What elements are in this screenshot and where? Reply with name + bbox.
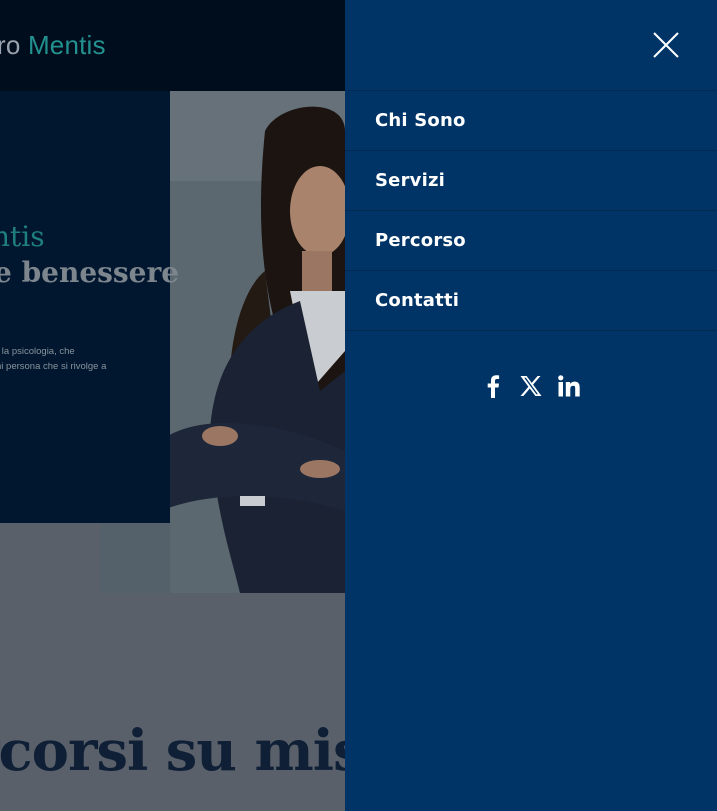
page: ro Mentis ntis e benessere r la psicolog…	[0, 0, 717, 811]
social-links	[345, 372, 717, 400]
close-button[interactable]	[651, 30, 681, 60]
x-link[interactable]	[519, 372, 544, 400]
hero-text-panel	[0, 91, 170, 523]
hero-description-line: ni persona che si rivolge a	[0, 361, 107, 372]
brand-logo[interactable]: ro Mentis	[0, 30, 106, 61]
site-header: ro Mentis	[0, 0, 345, 91]
brand-prefix: ro	[0, 30, 28, 60]
x-twitter-icon	[520, 376, 542, 396]
menu-item-percorso[interactable]: Percorso	[345, 211, 717, 271]
hero-description: r la psicologia, che ni persona che si r…	[0, 344, 146, 374]
menu-item-label: Contatti	[375, 290, 460, 311]
menu-item-contatti[interactable]: Contatti	[345, 271, 717, 331]
offcanvas-menu: Chi Sono Servizi Percorso Contatti	[345, 0, 717, 811]
menu-item-label: Percorso	[375, 230, 466, 251]
menu-item-label: Servizi	[375, 170, 445, 191]
linkedin-link[interactable]	[557, 372, 582, 400]
close-icon	[653, 32, 679, 58]
facebook-link[interactable]	[481, 372, 506, 400]
hero-portrait	[170, 91, 345, 593]
hero-description-line: r la psicologia, che	[0, 346, 75, 357]
menu-item-label: Chi Sono	[375, 110, 466, 131]
hero-title-accent: ntis	[0, 220, 45, 253]
brand-accent: Mentis	[27, 30, 106, 60]
section-heading: rcorsi su misu	[0, 718, 404, 784]
menu-item-servizi[interactable]: Servizi	[345, 151, 717, 211]
linkedin-icon	[558, 375, 580, 397]
facebook-icon	[487, 375, 500, 398]
menu-item-chi-sono[interactable]: Chi Sono	[345, 91, 717, 151]
hero-title: e benessere	[0, 256, 180, 289]
menu-list: Chi Sono Servizi Percorso Contatti	[345, 90, 717, 331]
